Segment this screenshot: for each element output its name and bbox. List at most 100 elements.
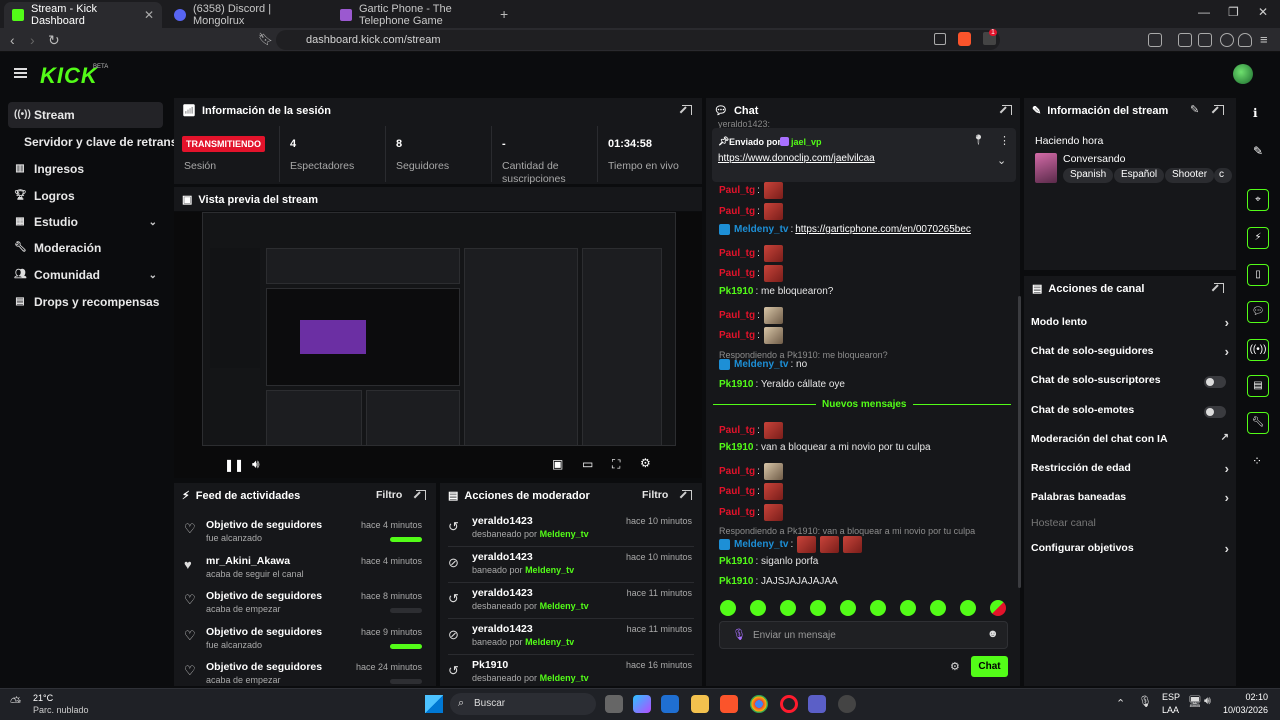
app-icon[interactable] [838,695,856,713]
chat-username[interactable]: Meldeny_tv [734,359,788,370]
url-field[interactable]: dashboard.kick.com/stream [276,30,1000,50]
word-icon[interactable] [661,695,679,713]
rail-doc-icon[interactable]: ▯ [1247,264,1269,286]
vpn-icon[interactable] [1220,33,1234,47]
channel-action-item[interactable]: Modo lento › [1031,315,1229,336]
quick-emote-icon[interactable] [840,600,856,616]
channel-action-item[interactable]: Configurar objetivos › [1031,541,1229,562]
back-icon[interactable]: ‹ [10,32,15,48]
toggle-switch[interactable] [1204,376,1226,388]
sidebar-item-drops[interactable]: ▤ Drops y recompensas [8,289,163,315]
pinned-by-user[interactable]: jael_vp [791,137,822,147]
opera-icon[interactable] [780,695,798,713]
channel-action-item[interactable]: Chat de solo-seguidores › [1031,344,1229,365]
channel-action-item[interactable]: Chat de solo-suscriptores [1031,374,1229,394]
quick-emote-icon[interactable] [900,600,916,616]
chat-username[interactable]: Paul_tg [719,330,755,341]
window-close-icon[interactable]: ✕ [1258,5,1268,19]
category-name[interactable]: Conversando [1063,153,1125,165]
quick-emote-icon[interactable] [720,600,736,616]
network-icon[interactable]: 🖥︎ [1188,695,1202,708]
volume-tray-icon[interactable]: 🔊︎ [1204,695,1211,708]
rail-list-icon[interactable]: ▤ [1247,375,1269,397]
sidebar-item-server-key[interactable]: Servidor y clave de retransm [18,129,178,155]
popout-icon[interactable] [1002,105,1012,115]
channel-action-item[interactable]: Restricción de edad › [1031,461,1229,482]
sidebar-item-stream[interactable]: ((•)) Stream [8,102,163,128]
chat-username[interactable]: Meldeny_tv [734,539,788,550]
chat-username[interactable]: Paul_tg [719,268,755,279]
taskbar-search[interactable]: ⌕ Buscar [450,693,596,715]
tab-kick-dashboard[interactable]: Stream - Kick Dashboard ✕ [4,2,162,28]
rail-chat-icon[interactable]: 💬︎ [1247,301,1269,323]
mod-action-moderator[interactable]: Meldeny_tv [525,565,574,575]
rail-dots-icon[interactable]: ⁘ [1252,454,1262,468]
chat-link[interactable]: https://garticphone.com/en/0070265bec [795,224,971,235]
channel-action-item[interactable]: Moderación del chat con IA ↗ [1031,432,1229,453]
chat-username[interactable]: Pk1910 [719,442,753,453]
chat-username[interactable]: Pk1910 [719,379,753,390]
info-circle-icon[interactable]: ℹ [1253,106,1258,120]
channel-action-item[interactable]: Chat de solo-emotes [1031,404,1229,424]
chat-settings-icon[interactable]: ⚙ [950,660,960,673]
pause-icon[interactable]: ❚❚ [224,458,244,472]
task-view-icon[interactable] [605,695,623,713]
sidebar-item-ingresos[interactable]: ▥ Ingresos [8,156,163,182]
copilot-icon[interactable] [633,695,651,713]
tab-gartic[interactable]: Gartic Phone - The Telephone Game [332,2,496,28]
edit-icon[interactable]: ✎ [1190,103,1199,116]
tag-chip[interactable]: Shooter [1165,168,1215,183]
popout-icon[interactable] [1214,105,1224,115]
sidebar-item-estudio[interactable]: ▦ Estudio ⌄ [8,209,163,235]
bookmark-icon[interactable]: 🔖︎ [258,32,273,46]
mod-action-user[interactable]: yeraldo1423 [472,515,533,527]
sidebar-item-comunidad[interactable]: 👥︎ Comunidad ⌄ [8,262,163,288]
more-options-icon[interactable]: ⋮ [999,134,1010,147]
mod-action-moderator[interactable]: Meldeny_tv [540,529,589,539]
minimize-icon[interactable]: — [1198,5,1210,19]
sidebar-toggle-icon[interactable] [1148,33,1162,47]
rail-bolt-icon[interactable]: ⚡︎ [1247,227,1269,249]
chat-username[interactable]: Paul_tg [719,466,755,477]
reload-icon[interactable]: ↻ [48,32,60,49]
kick-logo[interactable]: KICK [40,63,98,89]
clock-time[interactable]: 02:10 [1222,692,1268,702]
chat-username[interactable]: Paul_tg [719,507,755,518]
chat-username[interactable]: Meldeny_tv [734,224,788,235]
avatar[interactable] [1233,64,1253,84]
chat-username[interactable]: Paul_tg [719,248,755,259]
share-icon[interactable] [934,33,946,45]
quick-emote-icon[interactable] [930,600,946,616]
mod-action-moderator[interactable]: Meldeny_tv [540,601,589,611]
theater-icon[interactable]: ▭ [582,457,593,471]
pinned-message[interactable]: 📌︎ Enviado por jael_vp 📍︎ ⋮ https://www.… [712,128,1016,182]
maximize-icon[interactable]: ❐ [1228,5,1239,19]
popout-icon[interactable] [1214,283,1224,293]
windows-start-icon[interactable] [425,695,443,713]
mod-action-user[interactable]: yeraldo1423 [472,551,533,563]
tag-chip[interactable]: Español [1114,168,1165,183]
toggle-switch[interactable] [1204,406,1226,418]
sidebar-item-logros[interactable]: 🏆︎ Logros [8,183,163,209]
close-icon[interactable]: ✕ [144,8,154,22]
rail-target-icon[interactable]: ⌖ [1247,189,1269,211]
microphone-icon[interactable]: 🎙︎ [732,628,746,641]
quick-emote-icon[interactable] [780,600,796,616]
popout-icon[interactable] [682,490,692,500]
teams-icon[interactable] [808,695,826,713]
mic-tray-icon[interactable]: 🎙︎ [1138,695,1152,708]
sidebar-item-moderacion[interactable]: 🔧︎ Moderación [8,235,163,261]
chevron-up-icon[interactable]: ⌃ [1116,697,1125,710]
chat-username[interactable]: Paul_tg [719,185,755,196]
volume-icon[interactable]: 🔊︎ [252,457,260,472]
menu-icon[interactable]: ≡ [1260,32,1268,47]
emoji-icon[interactable]: ☻ [987,628,999,640]
hamburger-menu-icon[interactable] [14,68,27,78]
quick-emote-icon[interactable] [750,600,766,616]
brave-shield-icon[interactable] [958,32,971,46]
mod-action-user[interactable]: Pk1910 [472,659,508,671]
file-explorer-icon[interactable] [691,695,709,713]
forward-icon[interactable]: › [30,32,35,48]
shield-icon[interactable] [1238,33,1252,47]
lang-label[interactable]: ESP [1162,692,1180,702]
